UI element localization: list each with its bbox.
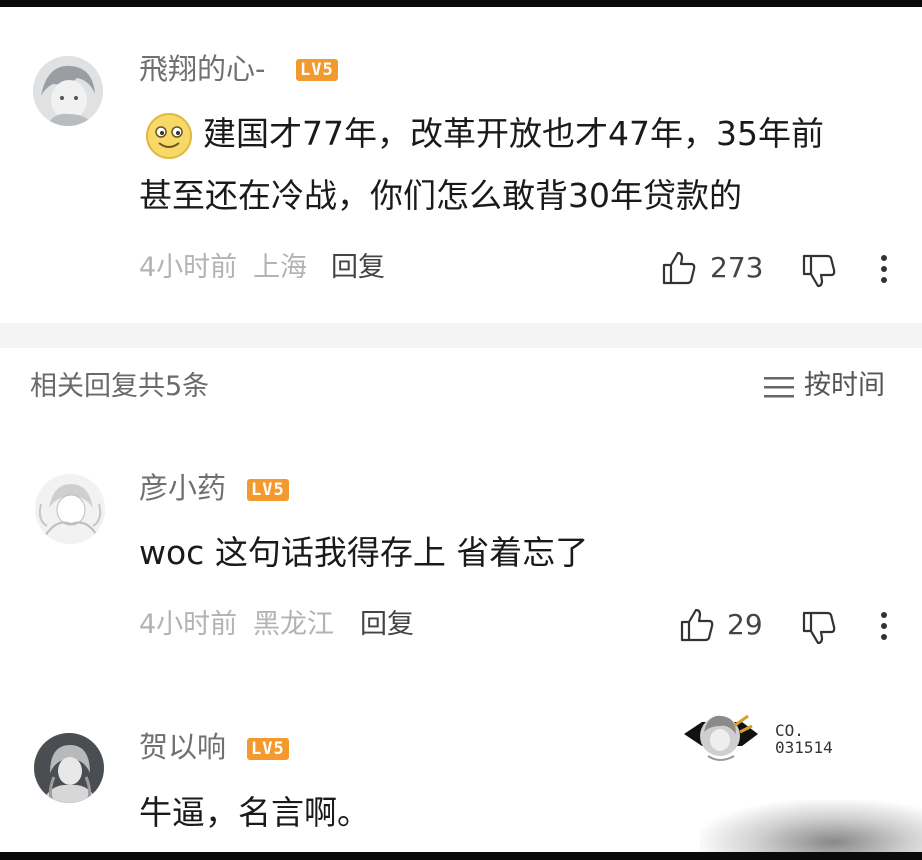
comment-text-line2: 甚至还在冷战，你们怎么敢背30年贷款的 [139,176,742,215]
avatar-image [35,474,105,544]
sort-label: 按时间 [804,370,885,401]
level-badge: LV5 [247,479,289,501]
reply-text: woc 这句话我得存上 省着忘了 [139,533,589,572]
more-options-icon[interactable] [879,611,889,641]
reply-button[interactable]: 回复 [360,611,414,638]
sort-button[interactable]: 按时间 [764,372,885,399]
level-badge: LV5 [296,59,338,81]
username[interactable]: 彦小药 [139,474,226,503]
comment-text-line1: 建国才77年，改革开放也才47年，35年前 [203,114,824,153]
avatar-image [34,733,104,803]
like-count: 29 [727,608,763,641]
watermark-text: CO. 031514 [775,721,833,757]
smiling-face-emoji [146,113,192,159]
comment-time: 4小时前 [139,252,238,283]
like-count: 273 [710,251,764,284]
blurred-corner [700,800,922,860]
sort-lines-icon [764,376,794,397]
avatar-image [33,56,103,126]
bottom-edge [0,852,922,860]
reply-text: 牛逼，名言啊。 [139,793,370,832]
thumbs-down-icon[interactable] [801,610,837,646]
level-badge: LV5 [247,738,289,760]
username[interactable]: 飛翔的心- [139,55,265,84]
top-edge [0,0,922,7]
reply-button[interactable]: 回复 [331,254,385,281]
section-divider [0,323,922,348]
avatar[interactable] [35,474,105,544]
avatar[interactable] [33,56,103,126]
avatar[interactable] [34,733,104,803]
reply-time: 4小时前 [139,609,238,640]
replies-count-title: 相关回复共5条 [30,371,210,402]
more-options-icon[interactable] [879,254,889,284]
thumbs-down-icon[interactable] [801,253,837,289]
reply-location: 黑龙江 [253,609,334,640]
thumbs-up-icon[interactable] [679,607,715,643]
username[interactable]: 贺以响 [139,733,226,762]
comment-location: 上海 [253,252,307,283]
thumbs-up-icon[interactable] [661,250,697,286]
